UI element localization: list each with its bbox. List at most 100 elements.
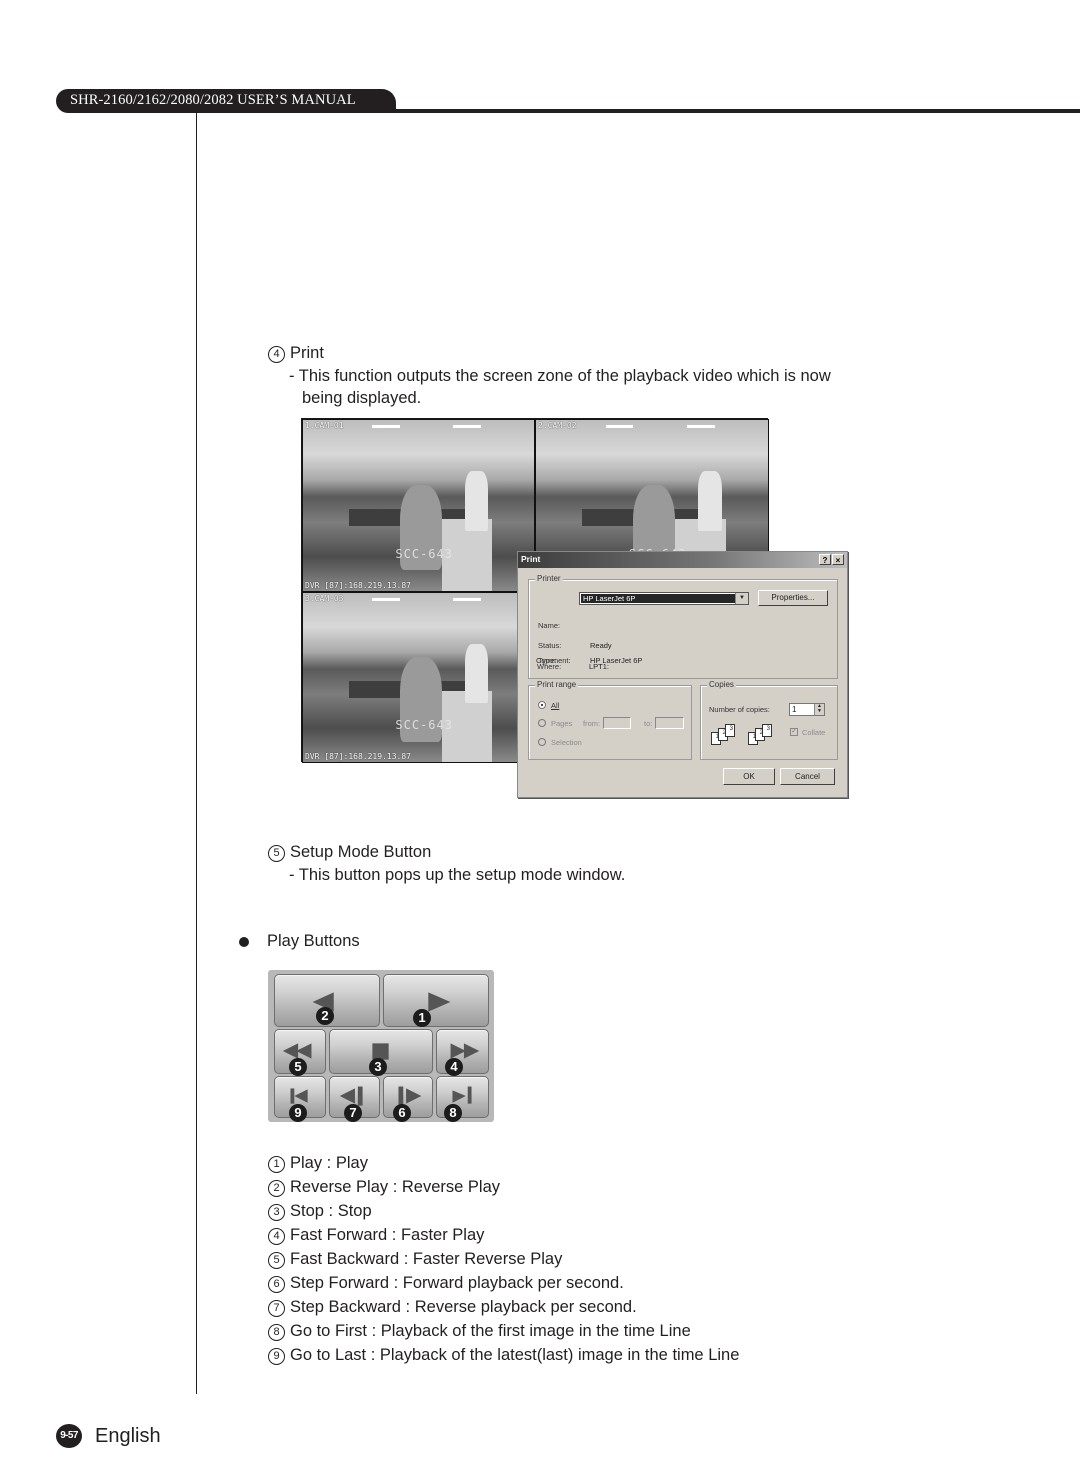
circled-number: 2 xyxy=(268,1180,285,1197)
play-buttons-panel: 2 1 5 3 4 9 7 6 8 xyxy=(268,970,494,1122)
legend-text: Go to First : Playback of the first imag… xyxy=(290,1322,691,1340)
circled-number: 3 xyxy=(268,1204,285,1221)
legend-item: 4 Fast Forward : Faster Play xyxy=(268,1225,484,1245)
legend-text: Step Forward : Forward playback per seco… xyxy=(290,1274,624,1292)
chevron-down-icon[interactable]: ▼ xyxy=(735,593,748,604)
legend-item: 8 Go to First : Playback of the first ima… xyxy=(268,1321,691,1341)
play-icon xyxy=(428,992,451,1012)
copies-group: Copies Number of copies: 1 ▲▼ 1 2 3 1 2 … xyxy=(700,680,838,760)
circled-number: 1 xyxy=(268,1156,285,1173)
copies-spinner[interactable]: 1 ▲ ▼ xyxy=(789,703,825,716)
camera-footer: DVR [87]:168.219.13.87 xyxy=(305,752,411,761)
camera-label: 2.CAM-02 xyxy=(538,421,577,430)
callout-badge: 2 xyxy=(316,1007,334,1025)
camera-label: 1.CAM-01 xyxy=(305,421,344,430)
camera-view-3: 3.CAM-03 SCC-643 DVR [87]:168.219.13.87 xyxy=(302,592,535,763)
section-setup-heading: 5 Setup Mode Button xyxy=(268,842,431,862)
collate-checkbox[interactable]: ✓ xyxy=(790,728,798,736)
section-print-desc-1: - This function outputs the screen zone … xyxy=(289,367,831,385)
camera-label: 3.CAM-03 xyxy=(305,594,344,603)
help-button[interactable]: ? xyxy=(819,554,831,565)
bullet-icon xyxy=(239,937,249,947)
copies-value: 1 xyxy=(792,705,797,714)
printer-name-value: HP LaserJet 6P xyxy=(581,594,735,603)
legend-item: 9 Go to Last : Playback of the latest(las… xyxy=(268,1345,739,1365)
footer-language: English xyxy=(95,1425,161,1447)
page-number-badge: 9-57 xyxy=(56,1424,82,1448)
legend-item: 2 Reverse Play : Reverse Play xyxy=(268,1177,500,1197)
comment-label: Comment: xyxy=(536,656,571,665)
range-pages-label: Pages xyxy=(551,719,573,728)
camera-footer: DVR [87]:168.219.13.87 xyxy=(305,581,411,590)
callout-badge: 3 xyxy=(369,1058,387,1076)
play-button[interactable] xyxy=(383,974,489,1027)
circled-number: 6 xyxy=(268,1276,285,1293)
range-from-label: from: xyxy=(583,719,601,728)
ok-button[interactable]: OK xyxy=(723,768,775,785)
group-label: Printer xyxy=(535,574,563,583)
radio-pages[interactable] xyxy=(538,719,546,727)
legend-item: 6 Step Forward : Forward playback per sec… xyxy=(268,1273,624,1293)
legend-text: Fast Forward : Faster Play xyxy=(290,1226,485,1244)
name-label: Name: xyxy=(538,621,561,630)
legend-item: 7 Step Backward : Reverse playback per se… xyxy=(268,1297,637,1317)
play-buttons-heading: Play Buttons xyxy=(267,932,360,950)
section-print-heading: 4 Print xyxy=(268,343,324,363)
section-title: Setup Mode Button xyxy=(290,843,432,861)
copies-label: Number of copies: xyxy=(709,705,770,714)
legend-text: Step Backward : Reverse playback per sec… xyxy=(290,1298,637,1316)
circled-number: 9 xyxy=(268,1348,285,1365)
header-rule xyxy=(390,109,1080,113)
legend-text: Go to Last : Playback of the latest(last… xyxy=(290,1346,740,1364)
radio-selection[interactable] xyxy=(538,738,546,746)
close-button[interactable]: × xyxy=(832,554,844,565)
callout-badge: 6 xyxy=(393,1104,411,1122)
cancel-button[interactable]: Cancel xyxy=(780,768,835,785)
camera-model: SCC-643 xyxy=(395,546,453,561)
margin-rule xyxy=(196,112,197,1394)
callout-badge: 4 xyxy=(445,1058,463,1076)
spinner-arrows-icon[interactable]: ▲ ▼ xyxy=(814,704,824,715)
where-value: LPT1: xyxy=(589,662,610,671)
callout-badge: 7 xyxy=(344,1104,362,1122)
callout-badge: 5 xyxy=(289,1058,307,1076)
circled-number: 5 xyxy=(268,845,285,862)
circled-number: 8 xyxy=(268,1324,285,1341)
section-title: Print xyxy=(290,344,324,362)
legend-text: Reverse Play : Reverse Play xyxy=(290,1178,500,1196)
status-label: Status: xyxy=(538,641,562,650)
legend-text: Stop : Stop xyxy=(290,1202,372,1220)
camera-model: SCC-643 xyxy=(395,718,453,733)
callout-badge: 8 xyxy=(444,1104,462,1122)
legend-text: Play : Play xyxy=(290,1154,368,1172)
printer-name-select[interactable]: HP LaserJet 6P ▼ xyxy=(579,592,749,605)
legend-item: 5 Fast Backward : Faster Reverse Play xyxy=(268,1249,562,1269)
range-to-label: to: xyxy=(644,719,653,728)
section-setup-desc: - This button pops up the setup mode win… xyxy=(289,866,626,884)
properties-button[interactable]: Properties... xyxy=(758,590,828,606)
range-from-input[interactable] xyxy=(603,717,631,729)
group-label: Copies xyxy=(707,680,736,689)
manual-title: SHR-2160/2162/2080/2082 USER’S MANUAL xyxy=(70,92,356,108)
range-selection-label: Selection xyxy=(551,738,582,747)
group-label: Print range xyxy=(535,680,579,689)
range-all-label: All xyxy=(551,701,560,710)
collate-label: Collate xyxy=(802,728,826,737)
callout-badge: 9 xyxy=(289,1104,307,1122)
callout-badge: 1 xyxy=(413,1009,431,1027)
radio-all[interactable] xyxy=(538,701,546,709)
circled-number: 5 xyxy=(268,1252,285,1269)
section-print-desc-2: being displayed. xyxy=(302,389,422,407)
circled-number: 4 xyxy=(268,1228,285,1245)
legend-item: 1 Play : Play xyxy=(268,1153,368,1173)
camera-view-1: 1.CAM-01 SCC-643 DVR [87]:168.219.13.87 xyxy=(302,419,535,592)
range-to-input[interactable] xyxy=(655,717,684,729)
print-range-group: Print range All Pages from: to: Selectio… xyxy=(528,680,692,760)
circled-number: 7 xyxy=(268,1300,285,1317)
dialog-title: Print xyxy=(521,554,541,564)
print-dialog: Print ? × Printer Name: Status: Type: Re… xyxy=(517,551,848,798)
status-value: Ready xyxy=(590,641,612,650)
legend-text: Fast Backward : Faster Reverse Play xyxy=(290,1250,563,1268)
circled-number: 4 xyxy=(268,346,285,363)
dialog-title-bar: Print ? × xyxy=(518,552,847,568)
